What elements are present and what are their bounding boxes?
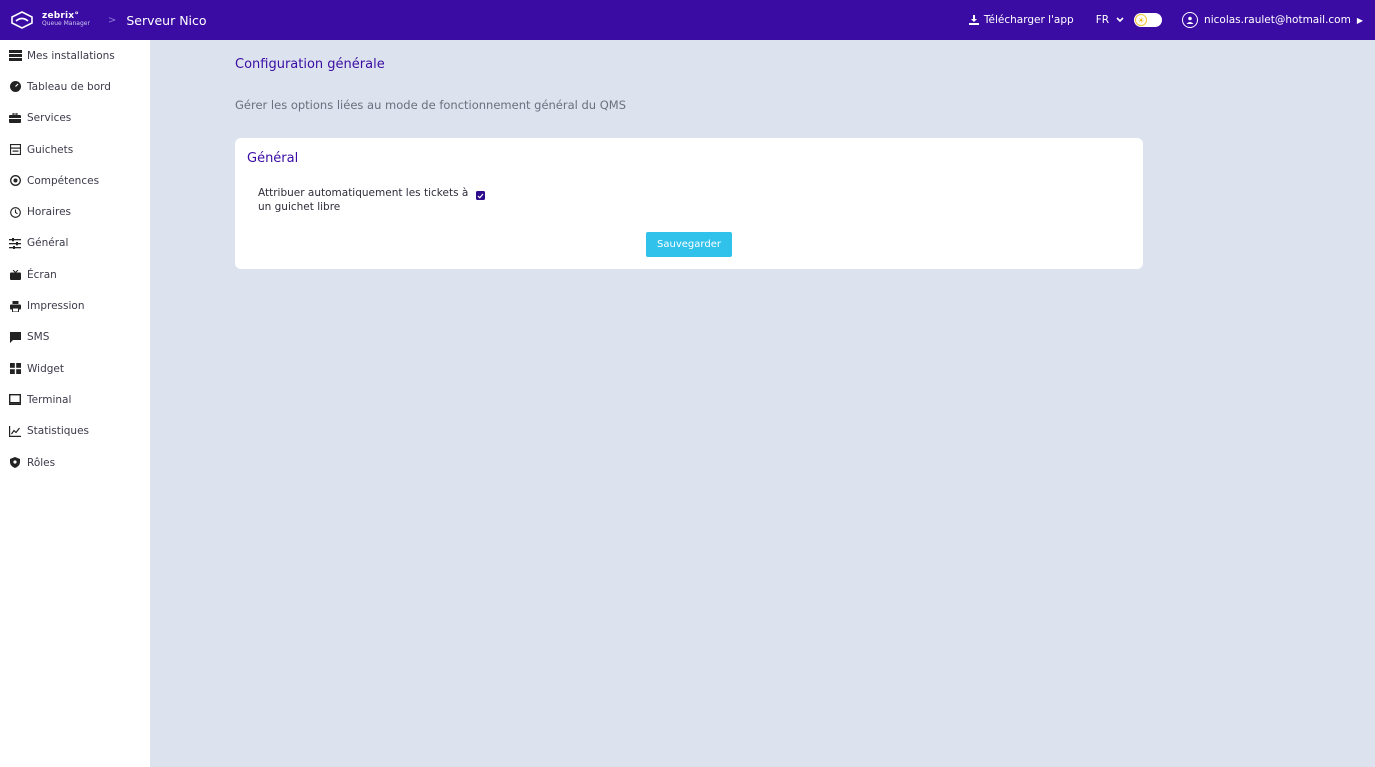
download-app-button[interactable]: Télécharger l'app (968, 14, 1074, 26)
theme-toggle[interactable]: ☀ (1134, 13, 1163, 27)
user-menu[interactable]: nicolas.raulet@hotmail.com ▶ (1182, 12, 1363, 28)
top-bar: zebrix° Queue Manager > Serveur Nico Tél… (0, 0, 1375, 40)
sidebar-item-roles[interactable]: Rôles (0, 447, 150, 478)
save-button[interactable]: Sauvegarder (646, 232, 732, 257)
checkmark-icon (477, 193, 484, 199)
sidebar-item-mes-installations[interactable]: Mes installations (0, 40, 150, 71)
sidebar-item-horaires[interactable]: Horaires (0, 196, 150, 227)
tv-icon (8, 268, 22, 282)
user-email: nicolas.raulet@hotmail.com (1204, 14, 1351, 26)
caret-right-icon: ▶ (1356, 15, 1363, 25)
sidebar-item-guichets[interactable]: Guichets (0, 134, 150, 165)
sidebar-item-sms[interactable]: SMS (0, 322, 150, 353)
auto-assign-checkbox[interactable] (476, 191, 485, 200)
sidebar-item-ecran[interactable]: Écran (0, 259, 150, 290)
sidebar-item-label: Général (27, 237, 69, 250)
chevron-down-icon (1116, 17, 1124, 23)
sidebar-item-label: Écran (27, 268, 57, 281)
printer-icon (8, 299, 22, 313)
sidebar-item-label: Widget (27, 362, 64, 375)
clock-icon (8, 205, 22, 219)
brand-subtitle: Queue Manager (42, 20, 90, 27)
sidebar-item-widget[interactable]: Widget (0, 353, 150, 384)
list-icon (8, 49, 22, 63)
language-select[interactable]: FR (1096, 14, 1124, 26)
user-icon (1182, 12, 1199, 28)
message-icon (8, 330, 22, 344)
sidebar: Mes installations Tableau de bord Servic… (0, 40, 150, 767)
target-icon (8, 174, 22, 188)
sidebar-item-label: Impression (27, 300, 85, 313)
card-title: Général (247, 151, 299, 166)
sidebar-item-tableau-de-bord[interactable]: Tableau de bord (0, 71, 150, 102)
general-settings-card: Général Attribuer automatiquement les ti… (235, 138, 1143, 269)
sidebar-item-terminal[interactable]: Terminal (0, 384, 150, 415)
sliders-icon (8, 236, 22, 250)
dashboard-icon (8, 80, 22, 94)
zebrix-logo-icon (10, 10, 34, 30)
sidebar-item-label: SMS (27, 331, 50, 344)
sidebar-item-label: Services (27, 112, 72, 125)
auto-assign-label: Attribuer automatiquement les tickets à … (258, 187, 469, 213)
briefcase-icon (8, 111, 22, 125)
sidebar-item-label: Compétences (27, 174, 100, 187)
brand-name: zebrix° (42, 11, 80, 21)
download-icon (968, 15, 979, 25)
sidebar-item-label: Rôles (27, 456, 56, 469)
brand[interactable]: zebrix° Queue Manager (10, 10, 90, 30)
widget-icon (8, 362, 22, 376)
sidebar-item-label: Terminal (27, 393, 72, 406)
sidebar-item-impression[interactable]: Impression (0, 290, 150, 321)
counter-icon (8, 143, 22, 157)
sidebar-item-competences[interactable]: Compétences (0, 165, 150, 196)
sidebar-item-general[interactable]: Général (0, 228, 150, 259)
page-description: Gérer les options liées au mode de fonct… (235, 98, 627, 112)
breadcrumb-server[interactable]: Serveur Nico (126, 13, 206, 28)
terminal-icon (8, 393, 22, 407)
sidebar-item-services[interactable]: Services (0, 103, 150, 134)
sidebar-item-label: Statistiques (27, 425, 90, 438)
page-title: Configuration générale (235, 57, 385, 72)
language-value: FR (1095, 14, 1110, 26)
shield-icon (8, 456, 22, 470)
sidebar-item-label: Guichets (27, 143, 74, 156)
chart-icon (8, 424, 22, 438)
download-app-label: Télécharger l'app (983, 14, 1074, 26)
breadcrumb-separator: > (107, 14, 117, 26)
sun-icon: ☀ (1135, 14, 1148, 26)
sidebar-item-label: Mes installations (27, 49, 115, 62)
sidebar-item-statistiques[interactable]: Statistiques (0, 416, 150, 447)
sidebar-item-label: Horaires (27, 206, 72, 219)
sidebar-item-label: Tableau de bord (27, 80, 111, 93)
